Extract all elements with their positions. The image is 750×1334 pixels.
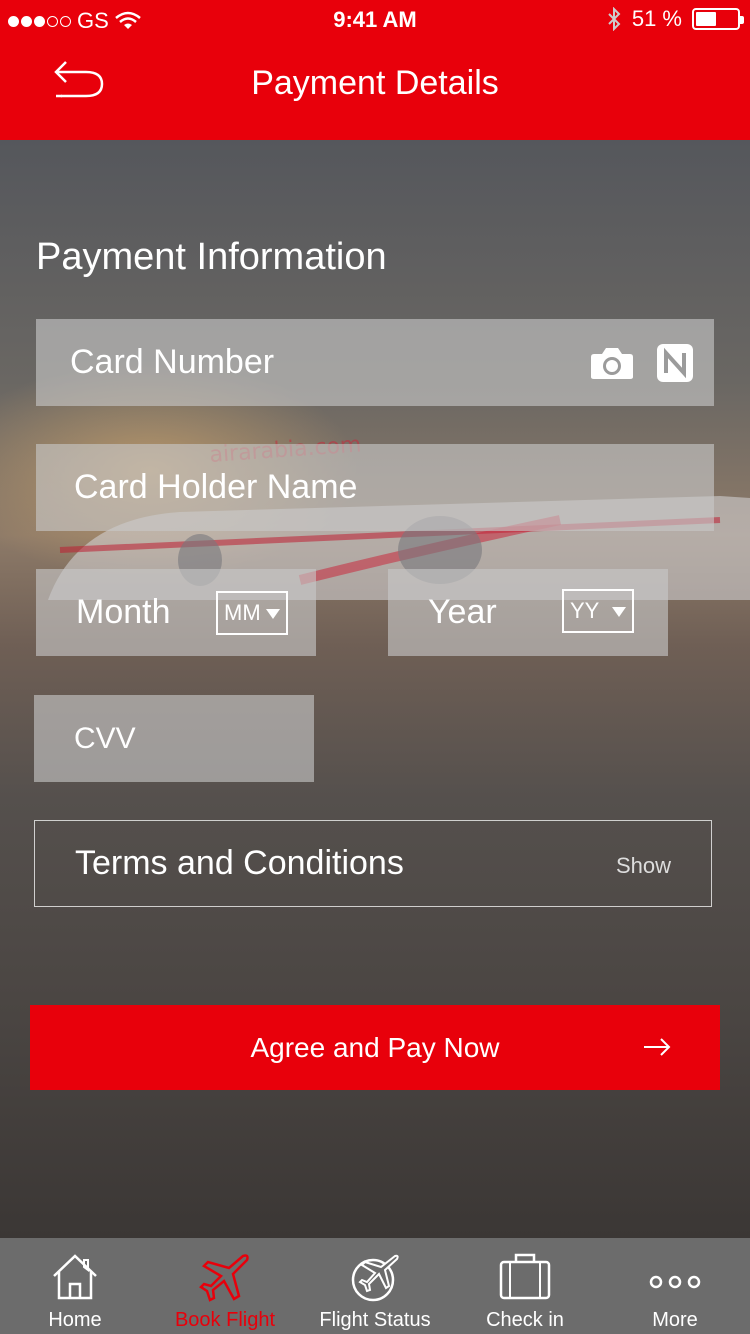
luggage-icon [499,1253,551,1300]
tab-label: Home [48,1309,102,1331]
month-label: Month [76,593,171,631]
camera-icon[interactable] [590,346,634,380]
terms-and-conditions-row[interactable]: Terms and Conditions Show [34,820,712,907]
tab-label: Flight Status [319,1309,431,1331]
bottom-tab-bar: Home Book Flight Flight Status Check in … [0,1238,750,1334]
tab-label: More [652,1309,698,1331]
terms-label: Terms and Conditions [75,844,404,882]
home-icon [53,1254,97,1300]
terms-show-link[interactable]: Show [616,853,671,879]
chevron-down-icon [612,607,626,617]
tab-more[interactable]: More [600,1238,750,1334]
month-select[interactable]: MM [216,591,288,635]
year-field: Year YY [388,569,668,656]
bluetooth-icon [608,7,621,31]
battery-percent: 51 % [631,6,682,31]
cvv-field[interactable]: CVV [34,695,314,782]
agree-and-pay-button[interactable]: Agree and Pay Now [30,1005,720,1090]
cvv-placeholder: CVV [74,721,136,755]
card-scan-icons [590,343,694,383]
arrow-right-icon [644,1038,671,1056]
card-holder-name-field[interactable]: Card Holder Name [36,444,714,531]
more-dots-icon [649,1275,701,1289]
card-number-field[interactable]: Card Number [36,319,714,406]
tab-flight-status[interactable]: Flight Status [300,1238,450,1334]
pay-button-label: Agree and Pay Now [250,1031,500,1063]
year-label: Year [428,593,497,631]
card-number-placeholder: Card Number [70,343,275,381]
battery-icon [692,8,744,30]
status-right: 51 % [606,6,744,32]
header-bar: GS 9:41 AM 51 % Payment Details [0,0,750,140]
status-bar: GS 9:41 AM 51 % [0,0,750,40]
nfc-icon[interactable] [656,343,694,383]
month-select-value: MM [224,600,261,625]
card-holder-name-placeholder: Card Holder Name [74,468,358,506]
tab-home[interactable]: Home [0,1238,150,1334]
year-select-value: YY [570,598,600,623]
plane-icon [199,1254,249,1302]
year-select[interactable]: YY [562,589,634,633]
chevron-down-icon [266,609,280,619]
tab-label: Book Flight [174,1309,276,1331]
section-title: Payment Information [36,236,387,278]
tab-book-flight[interactable]: Book Flight [150,1238,300,1334]
month-field: Month MM [36,569,316,656]
page-title: Payment Details [251,64,499,102]
flight-status-icon [351,1254,399,1302]
tab-check-in[interactable]: Check in [450,1238,600,1334]
tab-label: Check in [486,1309,564,1331]
